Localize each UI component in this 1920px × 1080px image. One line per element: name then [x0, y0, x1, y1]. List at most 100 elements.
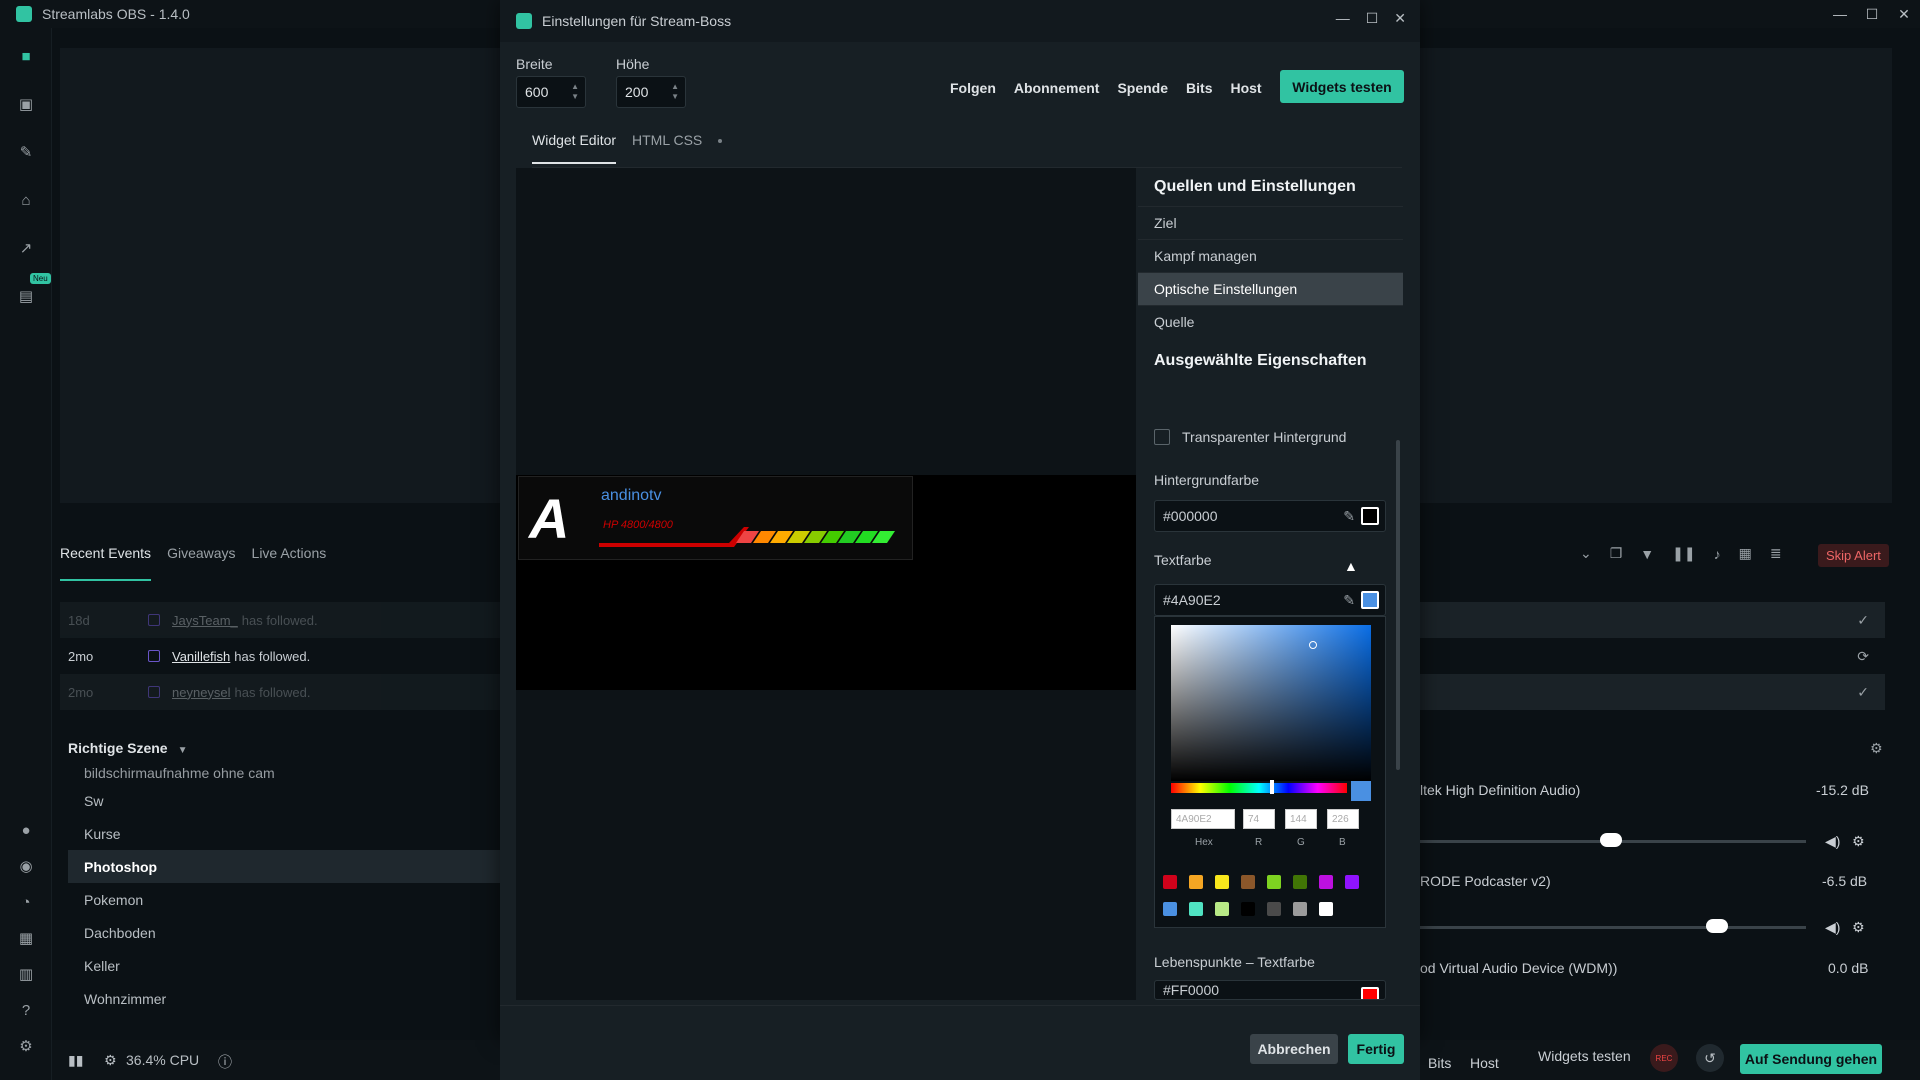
replay-buffer-icon[interactable]: ↺	[1696, 1044, 1724, 1072]
width-input[interactable]: 600 ▲ ▼	[516, 76, 586, 108]
volume-slider[interactable]	[1420, 926, 1806, 929]
speaker-icon[interactable]: ◀)	[1825, 919, 1840, 936]
eyedropper-icon[interactable]: ✎	[1343, 508, 1355, 525]
list-view-icon[interactable]: ≣	[1770, 545, 1782, 562]
check-icon[interactable]: ✓	[1857, 612, 1869, 629]
spinner-arrows-icon[interactable]: ▲ ▼	[671, 82, 679, 102]
preset-color-swatch[interactable]	[1293, 875, 1307, 889]
preset-color-swatch[interactable]	[1215, 875, 1229, 889]
preset-color-swatch[interactable]	[1189, 902, 1203, 916]
record-button[interactable]: REC	[1650, 1044, 1678, 1072]
popout-icon[interactable]: ❐	[1610, 545, 1623, 562]
dialog-maximize-button[interactable]: ☐	[1366, 10, 1379, 27]
pause-icon[interactable]: ❚❚	[1672, 545, 1695, 562]
preset-color-swatch[interactable]	[1319, 875, 1333, 889]
test-bits-link[interactable]: Bits	[1186, 80, 1212, 96]
preset-color-swatch[interactable]	[1345, 875, 1359, 889]
preset-color-swatch[interactable]	[1319, 902, 1333, 916]
event-user[interactable]: Vanillefish	[172, 649, 230, 664]
settings-scrollbar[interactable]	[1396, 440, 1400, 770]
text-color-swatch[interactable]	[1361, 591, 1379, 609]
sv-cursor[interactable]	[1309, 641, 1317, 649]
studio-mode-icon[interactable]: ■	[16, 46, 36, 66]
preset-color-swatch[interactable]	[1267, 902, 1281, 916]
stats-chart-icon[interactable]: ▮▮	[68, 1052, 83, 1069]
check-icon[interactable]: ✓	[1857, 684, 1869, 701]
event-row[interactable]: 18d JaysTeam_ has followed.	[60, 602, 500, 638]
discord-icon[interactable]: ◔	[16, 892, 36, 912]
preset-color-swatch[interactable]	[1241, 875, 1255, 889]
prime-icon[interactable]: ●	[16, 820, 36, 840]
tab-widget-editor[interactable]: Widget Editor	[532, 132, 617, 164]
volume-slider-handle[interactable]	[1706, 919, 1728, 933]
bars-icon[interactable]: ▥	[16, 964, 36, 984]
preset-color-swatch[interactable]	[1163, 875, 1177, 889]
minimize-button[interactable]: —	[1824, 0, 1856, 28]
hp-color-swatch[interactable]	[1361, 987, 1379, 999]
test-host-link[interactable]: Host	[1230, 80, 1261, 96]
scene-item[interactable]: bildschirmaufnahme ohne cam	[68, 762, 500, 784]
hue-slider[interactable]	[1171, 783, 1347, 793]
themes-icon[interactable]: ▣	[16, 94, 36, 114]
scene-item-active[interactable]: Photoshop	[68, 850, 500, 883]
widgets-test-link[interactable]: Widgets testen	[1538, 1048, 1631, 1064]
test-bits-link[interactable]: Bits	[1428, 1055, 1451, 1071]
widgets-test-button[interactable]: Widgets testen	[1280, 70, 1404, 103]
close-button[interactable]: ✕	[1888, 0, 1920, 28]
b-input[interactable]: 226	[1327, 809, 1359, 829]
text-color-input[interactable]: #4A90E2 ✎	[1154, 584, 1386, 616]
settings-gear-icon[interactable]: ⚙	[16, 1036, 36, 1056]
cancel-button[interactable]: Abbrechen	[1250, 1034, 1338, 1064]
gear-icon[interactable]: ⚙	[1852, 833, 1865, 850]
tab-live-actions[interactable]: Live Actions	[252, 545, 327, 581]
eyedropper-icon[interactable]: ✎	[1343, 592, 1355, 609]
hp-text-color-input[interactable]: #FF0000	[1154, 980, 1386, 1000]
dialog-close-button[interactable]: ✕	[1394, 10, 1406, 27]
settings-nav-battle[interactable]: Kampf managen	[1138, 239, 1403, 272]
transparent-bg-checkbox[interactable]	[1154, 429, 1170, 445]
layout-icon[interactable]: ▦	[16, 928, 36, 948]
settings-nav-goal[interactable]: Ziel	[1138, 206, 1403, 239]
event-user[interactable]: neyneysel	[172, 685, 231, 700]
maximize-button[interactable]: ☐	[1856, 0, 1888, 28]
help-icon[interactable]: ?	[16, 1000, 36, 1020]
speaker-icon[interactable]: ◀)	[1825, 833, 1840, 850]
test-follow-link[interactable]: Folgen	[950, 80, 996, 96]
skip-alert-button[interactable]: Skip Alert	[1818, 544, 1889, 567]
alert-row[interactable]: ✓	[1420, 674, 1885, 710]
done-button[interactable]: Fertig	[1348, 1034, 1404, 1064]
editor-icon[interactable]: ✎	[16, 142, 36, 162]
preset-color-swatch[interactable]	[1293, 902, 1307, 916]
store-icon[interactable]: ⌂	[16, 190, 36, 210]
preset-color-swatch[interactable]	[1163, 902, 1177, 916]
alert-row[interactable]: ⟳	[1420, 638, 1885, 674]
tab-recent-events[interactable]: Recent Events	[60, 545, 152, 581]
dashboard-chart-icon[interactable]: ↗	[16, 238, 36, 258]
test-subscription-link[interactable]: Abonnement	[1014, 80, 1100, 96]
hex-input[interactable]: 4A90E2	[1171, 809, 1235, 829]
scene-item[interactable]: Kurse	[68, 817, 500, 850]
dialog-minimize-button[interactable]: —	[1336, 10, 1350, 27]
event-row[interactable]: 2mo neyneysel has followed.	[60, 674, 500, 710]
hue-cursor[interactable]	[1270, 780, 1274, 794]
preset-color-swatch[interactable]	[1215, 902, 1229, 916]
volume-icon[interactable]: ♪	[1714, 546, 1721, 562]
scene-item[interactable]: Wohnzimmer	[68, 982, 500, 1015]
highlighter-icon[interactable]: ▤	[16, 286, 36, 306]
scene-collection-selector[interactable]: Richtige Szene ▼	[68, 740, 188, 756]
bg-color-input[interactable]: #000000 ✎	[1154, 500, 1386, 532]
chevron-down-icon[interactable]: ⌄	[1580, 545, 1592, 562]
preset-color-swatch[interactable]	[1267, 875, 1281, 889]
g-input[interactable]: 144	[1285, 809, 1317, 829]
scene-item[interactable]: Keller	[68, 949, 500, 982]
tab-html-css[interactable]: HTML CSS	[632, 132, 702, 148]
tab-giveaways[interactable]: Giveaways	[167, 545, 235, 581]
scene-item[interactable]: Dachboden	[68, 916, 500, 949]
event-user[interactable]: JaysTeam_	[172, 613, 238, 628]
r-input[interactable]: 74	[1243, 809, 1275, 829]
settings-nav-visual[interactable]: Optische Einstellungen	[1138, 272, 1403, 305]
preset-color-swatch[interactable]	[1189, 875, 1203, 889]
event-row[interactable]: 2mo Vanillefish has followed.	[60, 638, 500, 674]
test-host-link[interactable]: Host	[1470, 1055, 1499, 1071]
grid-view-icon[interactable]: ▦	[1739, 545, 1752, 562]
